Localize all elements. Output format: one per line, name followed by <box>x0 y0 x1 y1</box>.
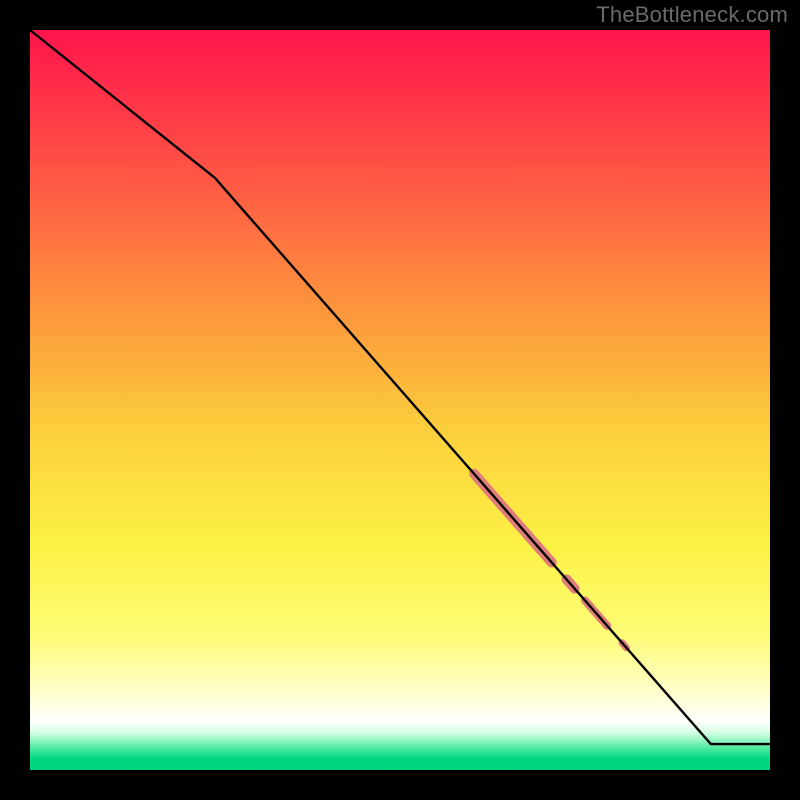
curve-overlay <box>30 30 770 770</box>
bottleneck-curve <box>30 30 770 744</box>
chart-stage: TheBottleneck.com <box>0 0 800 800</box>
plot-area <box>30 30 770 770</box>
watermark-label: TheBottleneck.com <box>596 2 788 28</box>
